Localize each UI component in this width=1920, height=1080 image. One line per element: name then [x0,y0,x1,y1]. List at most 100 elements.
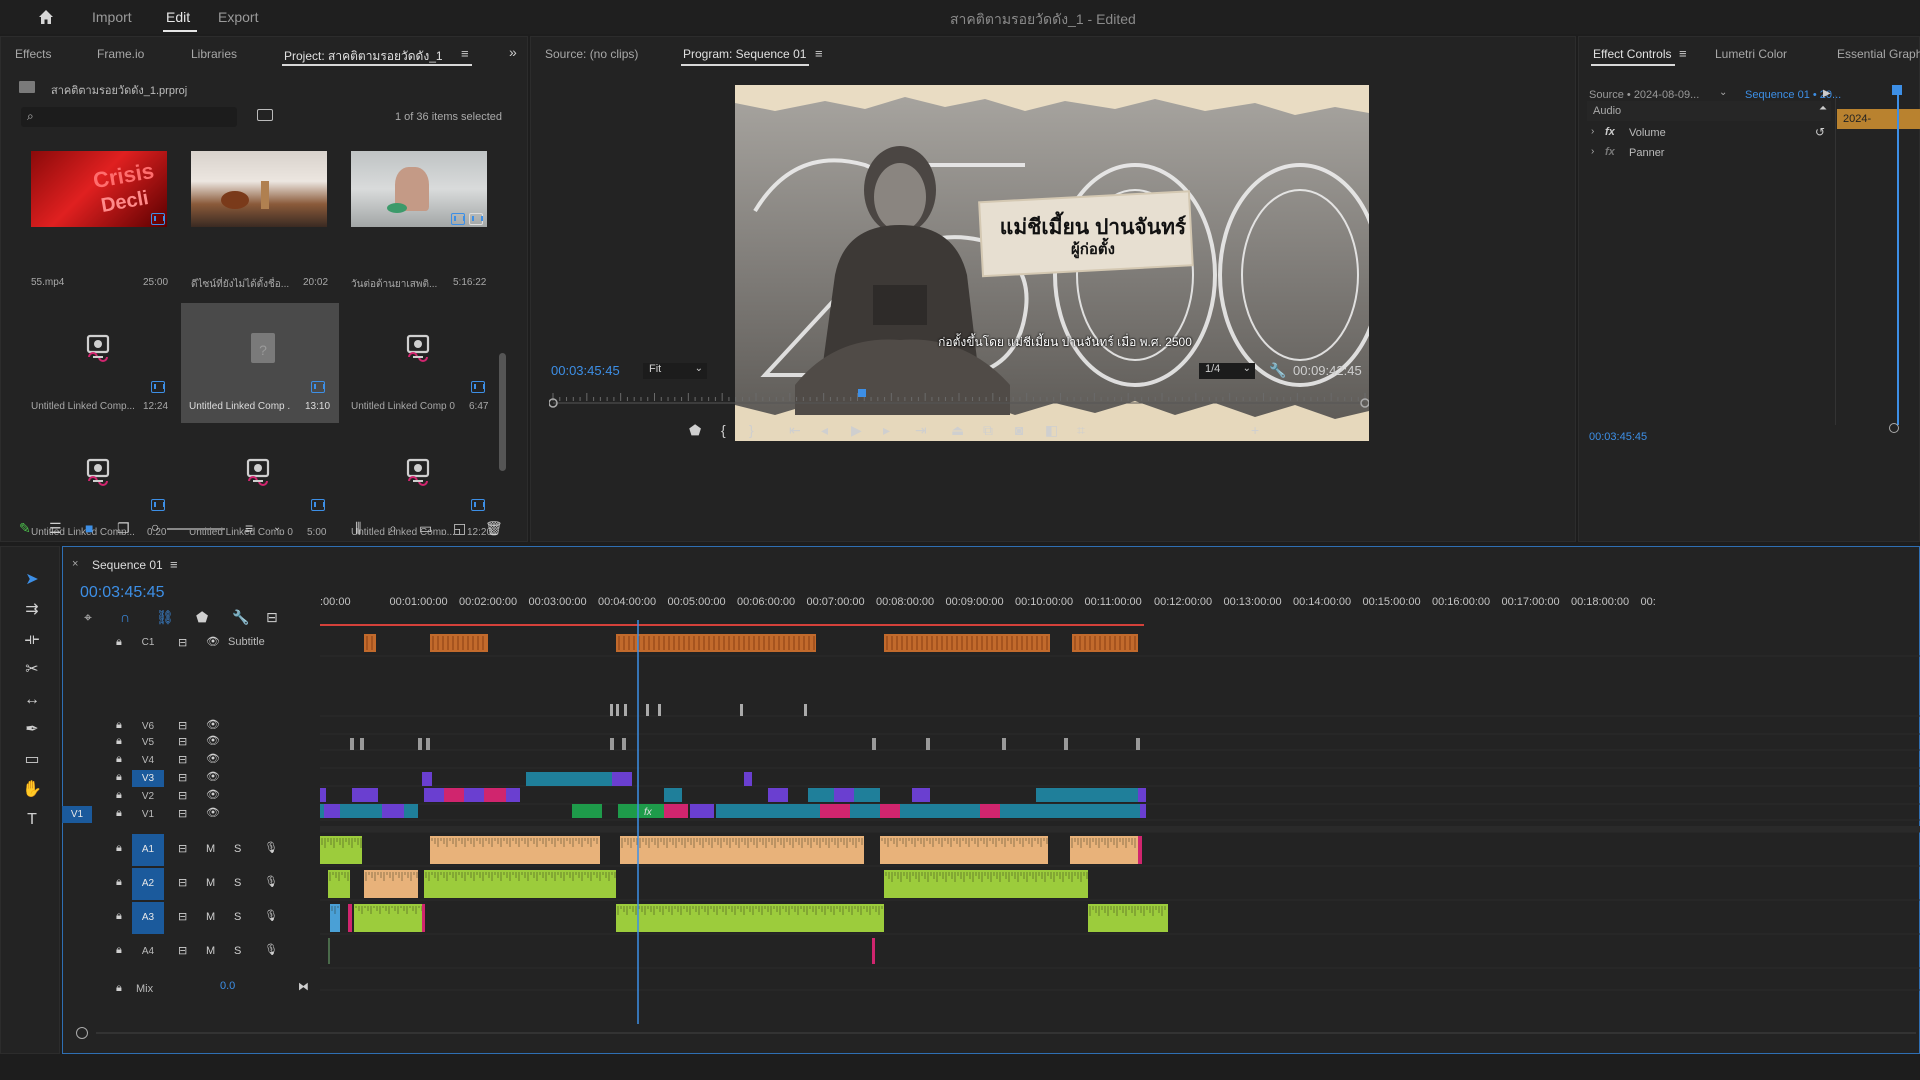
step-back-icon[interactable]: ◂ [821,423,828,437]
captions-icon[interactable]: ⊟ [266,610,278,624]
clip-thumbnail[interactable]: Crisis Decli [31,151,167,227]
sync-lock-icon[interactable]: ⊟ [178,771,187,784]
button-editor-icon[interactable]: + [1251,423,1259,437]
menu-edit[interactable]: Edit [166,9,190,25]
a2-clip[interactable] [364,870,418,898]
v5-clip[interactable] [646,704,649,716]
tab-lumetri-color[interactable]: Lumetri Color [1715,47,1787,61]
home-icon[interactable] [36,7,56,27]
play-only-audio-icon[interactable]: ▶ [1823,88,1831,99]
track-label[interactable]: V5 [132,734,164,751]
v4-clip[interactable] [426,738,430,750]
monitor-playhead[interactable] [857,389,866,397]
ec-zoom-knob[interactable] [1889,423,1899,433]
microphone-icon[interactable]: 🎙︎ [264,943,278,956]
track-label[interactable]: A1 [132,834,164,866]
microphone-icon[interactable]: 🎙︎ [264,875,278,888]
a2-clip[interactable] [328,870,350,898]
mute-button[interactable]: M [206,911,215,923]
v4-clip[interactable] [360,738,364,750]
linked-comp-icon[interactable] [83,333,113,363]
v1-clip[interactable] [880,804,900,818]
mute-button[interactable]: M [206,877,215,889]
v2-clip[interactable] [834,788,854,802]
clip-thumbnail[interactable] [351,151,487,227]
v4-clip[interactable] [1064,738,1068,750]
sync-lock-icon[interactable]: ⊟ [178,910,187,923]
v5-clip[interactable] [610,704,613,716]
lock-icon[interactable]: 🔒︎ [116,771,122,784]
v4-clip[interactable] [1002,738,1006,750]
panel-menu-icon[interactable]: ≡ [461,46,469,61]
sync-lock-icon[interactable]: ⊟ [178,842,187,855]
v2-clip[interactable] [912,788,930,802]
v1-clip[interactable] [1000,804,1140,818]
a4-clip[interactable] [328,938,330,964]
eye-icon[interactable]: 👁 [206,734,220,747]
fx-icon[interactable]: fx [1605,126,1615,138]
step-forward-icon[interactable]: ▸ [883,423,890,437]
track-label[interactable]: A2 [132,868,164,900]
sequence-tab[interactable]: Sequence 01 [92,558,163,572]
a2-clip[interactable] [884,870,1088,898]
tab-program[interactable]: Program: Sequence 01 [683,47,806,61]
go-to-out-icon[interactable]: ⇥ [915,423,927,437]
menu-import[interactable]: Import [92,9,132,25]
search-input[interactable]: ⌕ [21,107,237,127]
a3-transition[interactable] [422,904,425,932]
lift-icon[interactable]: ⏏ [951,423,964,437]
lock-icon[interactable]: 🔒︎ [116,789,122,802]
v1-clip[interactable] [664,804,688,818]
play-icon[interactable]: ▶ [851,423,862,437]
sync-lock-icon[interactable]: ⊟ [178,876,187,889]
sync-lock-icon[interactable]: ⊟ [178,719,187,732]
pencil-icon[interactable]: ✎ [19,521,31,535]
subtitle-clip[interactable] [364,634,376,652]
list-view-icon[interactable]: ☰ [49,521,62,535]
v3-clip[interactable] [422,772,432,786]
type-tool[interactable]: T [21,809,43,831]
track-label[interactable]: A3 [132,902,164,934]
a2-clip[interactable] [424,870,616,898]
linked-comp-icon[interactable] [403,457,433,487]
v3-clip[interactable] [526,772,622,786]
sync-lock-icon[interactable]: ⊟ [178,807,187,820]
lock-icon[interactable]: 🔒︎ [116,982,122,995]
v4-clip[interactable] [610,738,614,750]
linked-comp-icon[interactable] [403,333,433,363]
solo-button[interactable]: S [234,945,241,957]
v4-clip[interactable] [350,738,354,750]
expand-chevron-icon[interactable]: › [1591,126,1594,137]
v2-clip[interactable] [484,788,506,802]
proxy-toggle-icon[interactable]: ⌗ [1077,423,1085,437]
automate-sequence-icon[interactable]: ⫼ [355,521,361,535]
track-label[interactable]: V2 [132,788,164,805]
tab-libraries[interactable]: Libraries [191,47,237,61]
track-label[interactable]: V4 [132,752,164,769]
v5-clip[interactable] [624,704,627,716]
v4-clip[interactable] [418,738,422,750]
mix-end-icon[interactable]: ⧓ [298,980,309,993]
chevron-down-icon[interactable]: ⌄ [1719,87,1727,98]
close-sequence-icon[interactable]: × [72,558,78,570]
v3-clip[interactable] [612,772,632,786]
solo-button[interactable]: S [234,877,241,889]
hand-tool[interactable]: ✋ [21,779,43,801]
extract-icon[interactable]: ⧉ [983,423,993,437]
v2-clip[interactable] [1138,788,1146,802]
v1-clip[interactable] [1140,804,1146,818]
new-search-bin-icon[interactable] [257,109,273,121]
add-marker-icon[interactable]: ⬟ [689,423,701,437]
sort-dropdown-icon[interactable]: ⌄ [273,521,281,535]
slip-tool[interactable]: ↔ [21,689,43,711]
track-label[interactable]: V3 [132,770,164,787]
more-panels-icon[interactable]: » [509,44,517,60]
v5-clip[interactable] [740,704,743,716]
reset-icon[interactable]: ↺ [1815,125,1825,139]
eye-icon[interactable]: 👁 [206,635,220,648]
lock-icon[interactable]: 🔒︎ [116,910,122,923]
zoom-slider-knob[interactable]: ○ [151,520,159,534]
insert-sequence-icon[interactable]: ⌖ [84,610,92,624]
lock-icon[interactable]: 🔒︎ [116,944,122,957]
program-video-frame[interactable]: แม่ชีเมี้ยน ปานจันทร์ ผู้ก่อตั้ง 2500 ก่… [735,85,1369,441]
